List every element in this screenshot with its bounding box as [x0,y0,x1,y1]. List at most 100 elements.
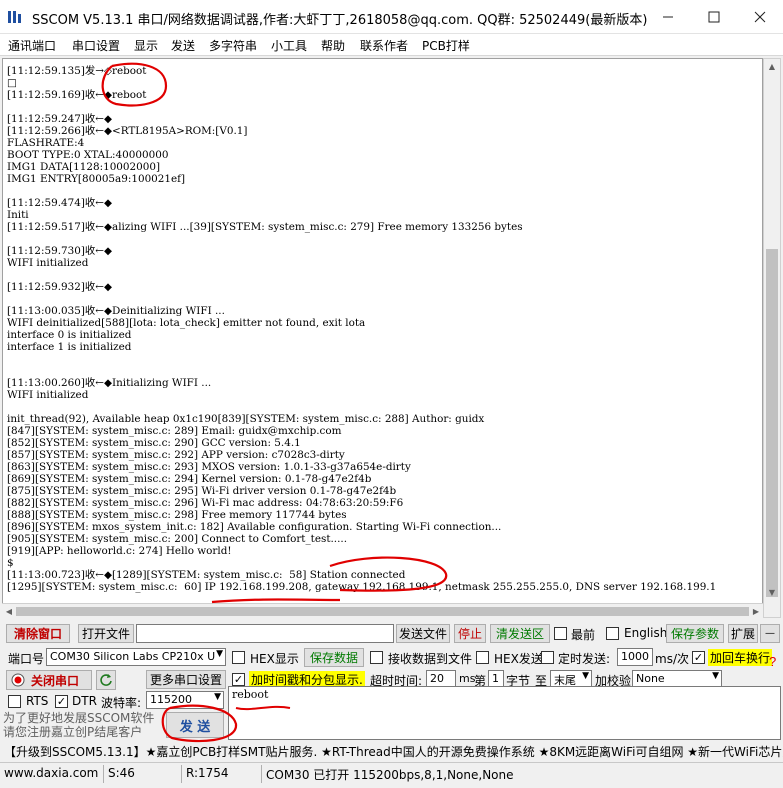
timed-send-label: 定时发送: [558,652,611,666]
scroll-thumb[interactable] [766,249,778,597]
window-title: SSCOM V5.13.1 串口/网络数据调试器,作者:大虾丁丁,2618058… [32,13,648,28]
menu-serial-settings[interactable]: 串口设置 [72,37,120,54]
save-params-button[interactable]: 保存参数 [666,624,724,643]
close-icon [754,11,766,23]
status-sent-count: S:46 [104,765,182,783]
port-select-value: COM30 Silicon Labs CP210x U [50,650,216,663]
rts-checkbox[interactable] [8,695,21,708]
hex-display-label: HEX显示 [250,652,299,666]
append-crlf-checkbox[interactable]: ✓ [692,651,705,664]
minimize-button[interactable] [645,0,691,34]
scroll-left-icon[interactable]: ◀ [2,604,16,619]
log-line: [1295][SYSTEM: system_misc.c: 60] IP 192… [7,581,717,593]
log-line: Initi [7,209,29,221]
maximize-icon [708,11,720,23]
scroll-down-icon[interactable]: ▼ [764,585,780,601]
english-label: English [624,626,668,640]
open-file-button[interactable]: 打开文件 [78,624,134,643]
menu-pcb-proofing[interactable]: PCB打样 [422,37,470,54]
log-line: [11:12:59.266]收←◆<RTL8195A>ROM:[V0.1] [7,125,248,137]
log-line: [869][SYSTEM: system_misc.c: 294] Kernel… [7,473,372,485]
recv-to-file-checkbox[interactable] [370,651,383,664]
send-text-area[interactable]: reboot [228,686,781,740]
log-line: [11:13:00.723]收←◆[1289][SYSTEM: system_m… [7,569,406,581]
port-label: 端口号 [8,652,45,666]
recv-to-file-label: 接收数据到文件 [388,652,473,666]
log-line: [11:12:59.517]收←◆alizing WIFI ...[39][SY… [7,221,523,233]
scroll-up-icon[interactable]: ▲ [764,59,780,75]
log-line: [905][SYSTEM: system_misc.c: 200] Connec… [7,533,348,545]
send-button[interactable]: 发 送 [166,712,224,738]
log-line: [847][SYSTEM: system_misc.c: 289] Email:… [7,425,342,437]
log-line: [11:12:59.730]收←◆ [7,245,112,257]
log-line: [11:12:59.169]收←◆reboot [7,89,147,101]
menu-help[interactable]: 帮助 [321,37,345,54]
log-line: [11:13:00.035]收←◆Deinitializing WIFI ... [7,305,225,317]
status-port-info: COM30 已打开 115200bps,8,1,None,None [266,768,514,782]
clear-send-area-button[interactable]: 清发送区 [490,624,550,643]
interval-input[interactable]: 1000 [617,648,653,666]
log-line: [11:13:00.260]收←◆Initializing WIFI ... [7,377,212,389]
scroll-right-icon[interactable]: ▶ [749,604,763,619]
log-line: □ [7,77,17,89]
promo-text: 为了更好地发展SSCOM软件 请您注册嘉立创P结尾客户 [3,711,163,739]
menu-display[interactable]: 显示 [134,37,158,54]
minimize-icon [663,16,673,18]
log-vertical-scrollbar[interactable]: ▲ ▼ [763,58,781,618]
menu-contact-author[interactable]: 联系作者 [360,37,408,54]
menu-tools[interactable]: 小工具 [271,37,307,54]
hex-send-checkbox[interactable] [476,651,489,664]
menu-comm-port[interactable]: 通讯端口 [8,37,56,54]
chevron-down-icon: ▼ [216,649,223,659]
news-ticker[interactable]: 【升级到SSCOM5.13.1】★嘉立创PCB打样SMT贴片服务. ★RT-Th… [0,742,783,760]
hex-send-label: HEX发送 [494,652,543,666]
log-line: WIFI initialized [7,257,89,269]
sscom-app-icon [8,11,21,23]
english-checkbox[interactable] [606,627,619,640]
timestamp-checkbox[interactable]: ✓ [232,673,245,686]
port-indicator-icon [11,673,25,687]
collapse-button[interactable]: — [760,624,780,643]
status-website[interactable]: www.daxia.com [0,765,104,783]
hex-display-checkbox[interactable] [232,651,245,664]
receive-log-text: [11:12:59.135]发→◇reboot □ [11:12:59.169]收←… [7,65,716,593]
send-file-button[interactable]: 发送文件 [396,624,450,643]
baud-select[interactable]: 115200 ▼ [146,691,224,709]
expand-button[interactable]: 扩展 [728,624,758,643]
dtr-label: DTR [72,694,97,708]
log-line: [11:12:59.474]收←◆ [7,197,112,209]
log-line: [11:12:59.932]收←◆ [7,281,112,293]
log-line: [11:12:59.247]收←◆ [7,113,112,125]
file-path-input[interactable] [136,624,394,643]
menu-send[interactable]: 发送 [171,37,195,54]
stop-button[interactable]: 停止 [454,624,486,643]
port-select[interactable]: COM30 Silicon Labs CP210x U ▼ [46,648,226,666]
dtr-checkbox[interactable]: ✓ [55,695,68,708]
more-port-settings-button[interactable]: 更多串口设置 [146,670,226,689]
baud-value: 115200 [150,693,192,706]
promo-line: 请您注册嘉立创P结尾客户 [3,725,143,739]
close-port-button[interactable]: 关闭串口 [6,670,92,690]
timed-send-checkbox[interactable] [541,651,554,664]
close-port-label: 关闭串口 [31,673,80,688]
topmost-checkbox[interactable] [554,627,567,640]
hscroll-thumb[interactable] [16,607,749,616]
log-line: interface 1 is initialized [7,341,132,353]
menu-multi-string[interactable]: 多字符串 [209,37,257,54]
save-data-button[interactable]: 保存数据 [304,648,364,667]
topmost-label: 最前 [571,628,596,642]
log-horizontal-scrollbar[interactable]: ◀ ▶ [2,603,763,618]
maximize-button[interactable] [691,0,737,34]
close-button[interactable] [737,0,783,34]
receive-log-area[interactable]: [11:12:59.135]发→◇reboot □ [11:12:59.169]收←… [2,58,763,618]
title-bar[interactable]: SSCOM V5.13.1 串口/网络数据调试器,作者:大虾丁丁,2618058… [0,0,783,34]
clear-window-button[interactable]: 清除窗口 [6,624,70,643]
refresh-port-button[interactable] [96,670,116,690]
